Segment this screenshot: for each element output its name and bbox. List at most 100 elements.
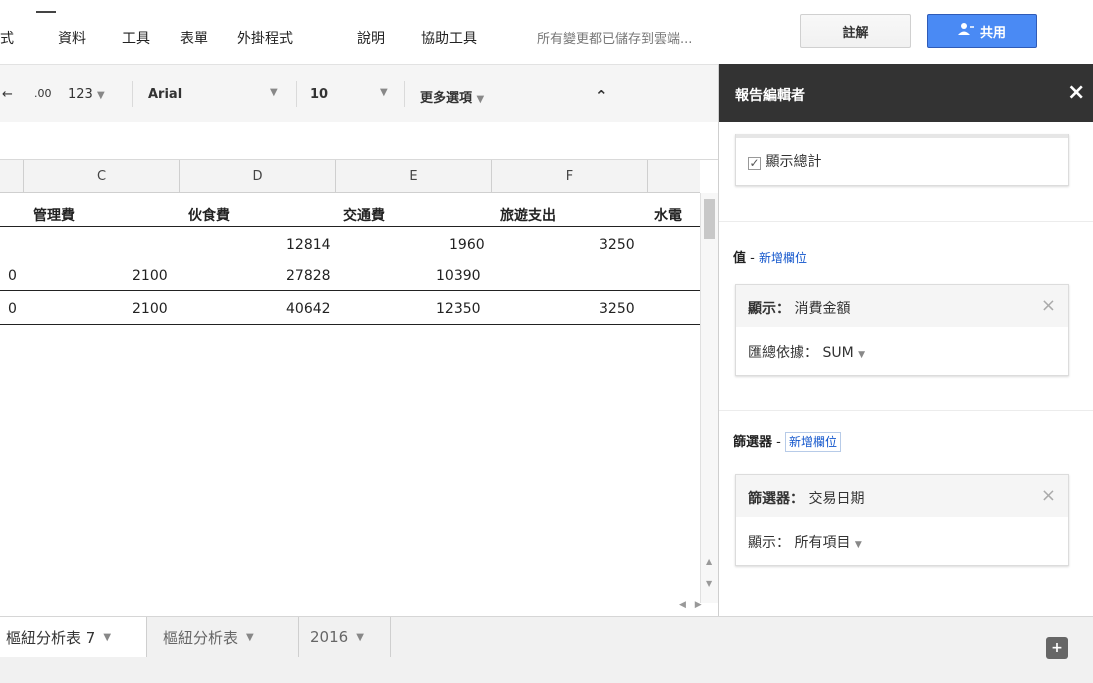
horizontal-scroll-arrows: ◀ ▶ xyxy=(679,600,717,616)
value-field-card: 顯示： 消費金額 × 匯總依據： SUM ▼ xyxy=(735,284,1069,376)
remove-filter-icon[interactable]: × xyxy=(1041,485,1056,506)
table-cell[interactable]: 1960 xyxy=(449,237,485,253)
decrease-decimal-icon[interactable]: ← xyxy=(2,87,13,102)
column-header-c[interactable]: C xyxy=(24,160,180,193)
panel-title: 報告編輯者 xyxy=(735,88,805,104)
table-header-cell[interactable]: 水電 xyxy=(654,205,682,225)
table-header-cell[interactable]: 伙食費 xyxy=(188,205,230,225)
close-icon[interactable]: × xyxy=(1067,80,1085,105)
decimal-label: .00 xyxy=(34,87,52,100)
explore-icon[interactable]: + xyxy=(1046,637,1068,659)
sheet-tab-label: 樞紐分析表 7 xyxy=(6,628,96,647)
table-header-cell[interactable]: 旅遊支出 xyxy=(500,205,556,225)
total-row-top-border xyxy=(0,290,700,291)
card-top-edge xyxy=(736,134,1068,138)
filter-field-title: 篩選器： 交易日期 xyxy=(748,488,864,508)
table-cell[interactable]: 2100 xyxy=(132,268,168,284)
sheet-tab-pivot[interactable]: 樞紐分析表 ▼ xyxy=(155,617,299,657)
menu-item-data[interactable]: 資料 xyxy=(58,28,86,48)
column-header-e[interactable]: E xyxy=(336,160,492,193)
chevron-down-icon[interactable]: ▼ xyxy=(380,87,388,98)
table-cell[interactable]: 0 xyxy=(8,301,17,317)
formula-area xyxy=(0,122,718,160)
menu-item-form[interactable]: 表單 xyxy=(180,28,208,48)
table-cell[interactable]: 10390 xyxy=(436,268,481,284)
add-filter-field-link[interactable]: 新增欄位 xyxy=(784,432,841,452)
scrollbar-thumb[interactable] xyxy=(704,199,715,239)
chevron-down-icon: ▼ xyxy=(854,540,862,550)
table-header-cell[interactable]: 管理費 xyxy=(33,205,75,225)
filter-field-name: 交易日期 xyxy=(808,491,865,507)
table-cell[interactable]: 3250 xyxy=(599,237,635,253)
chevron-down-icon: ▼ xyxy=(476,94,485,105)
scroll-right-icon[interactable]: ▶ xyxy=(695,600,702,610)
table-cell[interactable]: 12814 xyxy=(286,237,331,253)
toolbar-divider xyxy=(296,81,297,107)
increase-decimal-button[interactable]: .00 xyxy=(34,87,52,100)
sheet-tab-label: 2016 xyxy=(310,628,349,646)
comments-button[interactable]: 註解 xyxy=(800,14,911,48)
scroll-down-icon[interactable]: ▼ xyxy=(706,579,712,588)
scroll-up-icon[interactable]: ▲ xyxy=(706,557,712,566)
sheet-tab-label: 樞紐分析表 xyxy=(163,628,239,647)
table-cell[interactable]: 40642 xyxy=(286,301,331,317)
more-options-button[interactable]: 更多選項 ▼ xyxy=(420,87,484,106)
filter-field-label: 篩選器： xyxy=(748,491,804,507)
menu-item-help[interactable]: 說明 xyxy=(357,28,385,48)
chevron-down-icon[interactable]: ▼ xyxy=(103,632,111,643)
column-header-f[interactable]: F xyxy=(492,160,648,193)
section-divider xyxy=(719,221,1093,222)
toolbar: ← .00 123 ▼ Arial ▼ 10 ▼ 更多選項 ▼ ⌃ xyxy=(0,64,718,122)
summarize-value: SUM xyxy=(822,345,854,361)
table-cell[interactable]: 27828 xyxy=(286,268,331,284)
font-size-select[interactable]: 10 xyxy=(310,87,328,102)
menu-bar: 式 資料 工具 表單 外掛程式 說明 協助工具 所有變更都已儲存到雲端... 註… xyxy=(0,0,1093,64)
table-cell[interactable]: 0 xyxy=(8,268,17,284)
vertical-scrollbar[interactable]: ▲ ▼ xyxy=(700,193,718,603)
chevron-down-icon[interactable]: ▼ xyxy=(270,87,278,98)
title-underline xyxy=(36,11,56,13)
menu-item-tools[interactable]: 工具 xyxy=(122,28,150,48)
menu-item-format[interactable]: 式 xyxy=(0,28,14,48)
table-cell[interactable]: 3250 xyxy=(599,301,635,317)
report-editor-panel: 報告編輯者 × ✓ 顯示總計 值 - 新增欄位 顯示： 消費金額 × 匯總依據：… xyxy=(718,64,1093,616)
values-section-label: 值 xyxy=(733,251,747,266)
save-status: 所有變更都已儲存到雲端... xyxy=(537,32,693,47)
show-totals-card: ✓ 顯示總計 xyxy=(735,134,1069,186)
share-label: 共用 xyxy=(979,25,1006,41)
add-value-field-link[interactable]: 新增欄位 xyxy=(759,251,807,265)
show-totals-label: 顯示總計 xyxy=(765,154,822,170)
filters-section-label: 篩選器 xyxy=(733,435,773,450)
column-header-b[interactable] xyxy=(0,160,24,193)
chevron-down-icon[interactable]: ▼ xyxy=(356,632,364,643)
number-format-label: 123 xyxy=(68,87,93,102)
scroll-left-icon[interactable]: ◀ xyxy=(679,600,686,610)
menu-item-accessibility[interactable]: 協助工具 xyxy=(421,28,477,48)
chevron-down-icon[interactable]: ▼ xyxy=(246,632,254,643)
value-field-label: 顯示： xyxy=(748,301,790,317)
column-header-g[interactable] xyxy=(648,160,700,193)
toolbar-divider xyxy=(132,81,133,107)
chevron-down-icon: ▼ xyxy=(96,90,105,101)
font-select[interactable]: Arial xyxy=(148,87,182,102)
font-label: Arial xyxy=(148,87,183,102)
filter-show-select[interactable]: 顯示： 所有項目 ▼ xyxy=(748,532,862,552)
filters-section-header: 篩選器 - 新增欄位 xyxy=(733,431,841,452)
share-button[interactable]: 共用 xyxy=(927,14,1037,48)
remove-field-icon[interactable]: × xyxy=(1041,295,1056,316)
table-cell[interactable]: 12350 xyxy=(436,301,481,317)
show-totals-checkbox[interactable]: ✓ 顯示總計 xyxy=(748,151,821,171)
number-format-button[interactable]: 123 ▼ xyxy=(68,87,105,102)
summarize-by-select[interactable]: 匯總依據： SUM ▼ xyxy=(748,342,865,362)
sheet-tab-bar: 樞紐分析表 7 ▼ 樞紐分析表 ▼ 2016 ▼ + xyxy=(0,616,1093,683)
value-field-title: 顯示： 消費金額 xyxy=(748,298,850,318)
table-cell[interactable]: 2100 xyxy=(132,301,168,317)
column-header-d[interactable]: D xyxy=(180,160,336,193)
table-header-cell[interactable]: 交通費 xyxy=(343,205,385,225)
section-divider xyxy=(719,410,1093,411)
sheet-tab-2016[interactable]: 2016 ▼ xyxy=(302,617,391,657)
collapse-toolbar-icon[interactable]: ⌃ xyxy=(595,87,608,105)
menu-item-addons[interactable]: 外掛程式 xyxy=(237,28,293,48)
sheet-tab-pivot-7[interactable]: 樞紐分析表 7 ▼ xyxy=(0,617,147,657)
value-field-name: 消費金額 xyxy=(794,301,851,317)
